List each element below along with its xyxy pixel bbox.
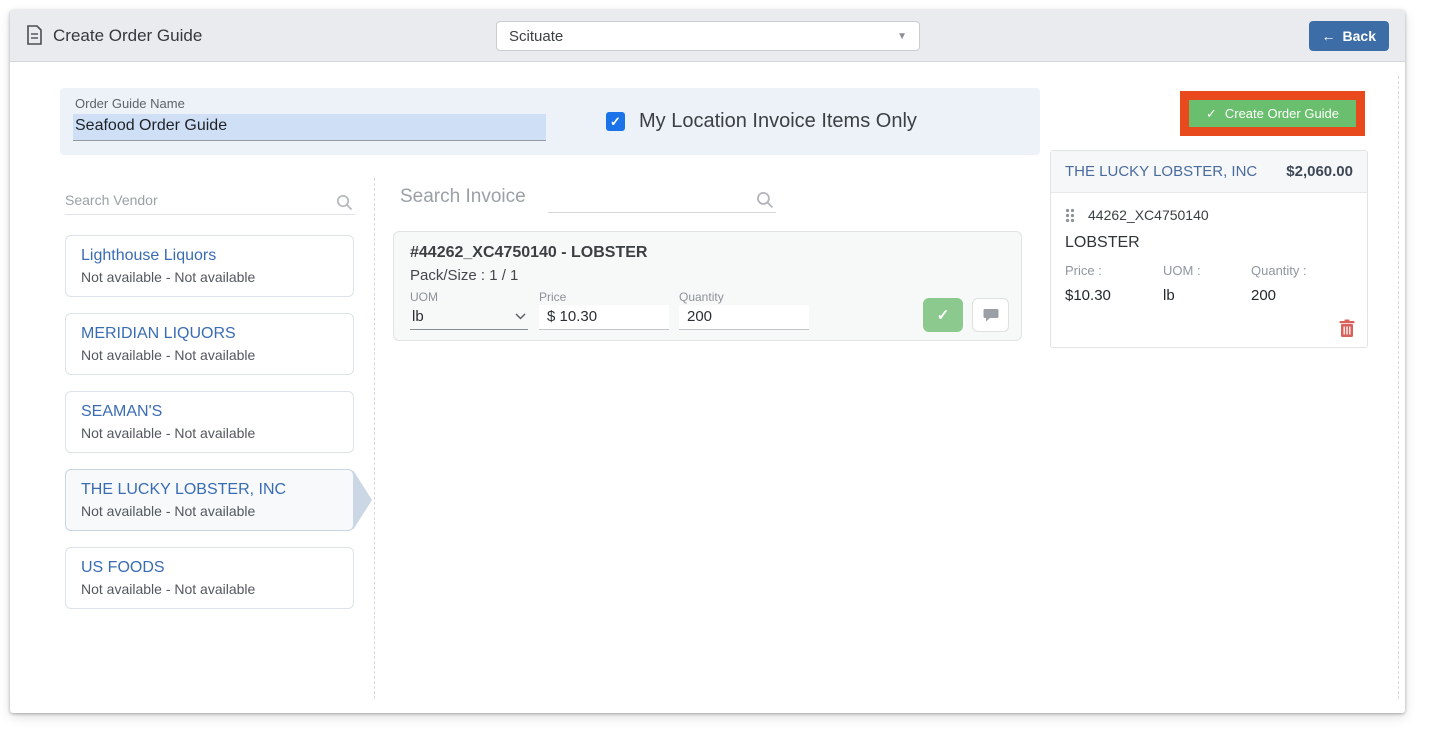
comment-bubble-icon	[983, 309, 998, 322]
quantity-label: Quantity	[679, 290, 724, 304]
price-label: Price	[539, 290, 567, 304]
order-guide-name-value: Seafood Order Guide	[75, 117, 228, 134]
document-icon	[27, 25, 42, 45]
vendor-name: THE LUCKY LOBSTER, INC	[81, 481, 287, 498]
page-background: Create Order Guide Scituate ▼ ← Back Ord…	[0, 0, 1430, 738]
vendor-card[interactable]: SEAMAN'S Not available - Not available	[65, 391, 354, 453]
comment-button[interactable]	[972, 298, 1009, 332]
create-order-guide-window: Create Order Guide Scituate ▼ ← Back Ord…	[10, 10, 1405, 713]
summary-uom-label: UOM :	[1163, 263, 1201, 278]
summary-item: 44262_XC4750140 LOBSTER Price : UOM : Qu…	[1051, 193, 1367, 347]
drag-handle-icon[interactable]	[1065, 208, 1075, 223]
topbar: Create Order Guide Scituate ▼ ← Back	[10, 10, 1405, 62]
check-icon: ✓	[1205, 105, 1217, 121]
check-icon: ✓	[936, 307, 950, 324]
vendor-invoice-divider	[374, 178, 375, 699]
chevron-down-icon	[515, 313, 526, 320]
summary-uom-value: lb	[1163, 287, 1175, 304]
create-order-guide-button-label: Create Order Guide	[1224, 106, 1340, 121]
summary-quantity-value: 200	[1251, 287, 1277, 304]
vendor-name: Lighthouse Liquors	[81, 247, 217, 264]
vendor-availability: Not available - Not available	[81, 581, 256, 597]
back-button[interactable]: ← Back	[1308, 20, 1389, 51]
price-value: $ 10.30	[547, 308, 598, 325]
summary-quantity-label: Quantity :	[1251, 263, 1307, 278]
page-title: Create Order Guide	[53, 25, 203, 45]
invoice-search-input[interactable]	[548, 190, 776, 213]
vendor-name: SEAMAN'S	[81, 403, 163, 420]
summary-item-name: LOBSTER	[1065, 234, 1140, 251]
vendor-name: MERIDIAN LIQUORS	[81, 325, 236, 342]
vendor-availability: Not available - Not available	[81, 347, 256, 363]
uom-label: UOM	[410, 290, 438, 304]
my-location-checkbox-label: My Location Invoice Items Only	[639, 110, 917, 132]
vendor-name: US FOODS	[81, 559, 165, 576]
quantity-input[interactable]: Quantity 200	[679, 290, 809, 330]
back-arrow-icon: ←	[1321, 27, 1336, 44]
invoice-item-card: #44262_XC4750140 - LOBSTER Pack/Size : 1…	[393, 231, 1022, 341]
order-guide-name-label: Order Guide Name	[75, 96, 185, 111]
location-dropdown[interactable]: Scituate ▼	[496, 21, 920, 51]
order-guide-form-panel: Order Guide Name Seafood Order Guide ✓ M…	[60, 88, 1040, 155]
vendor-availability: Not available - Not available	[81, 503, 256, 519]
summary-header: THE LUCKY LOBSTER, INC $2,060.00	[1051, 151, 1367, 193]
create-order-guide-button[interactable]: ✓ Create Order Guide	[1189, 100, 1356, 127]
vendor-summary-card: THE LUCKY LOBSTER, INC $2,060.00 44262_X…	[1050, 150, 1368, 348]
invoice-item-title: #44262_XC4750140 - LOBSTER	[410, 244, 648, 261]
invoice-item-pack-size: Pack/Size : 1 / 1	[410, 267, 519, 284]
search-icon	[757, 192, 774, 209]
summary-price-value: $10.30	[1065, 287, 1111, 304]
confirm-item-button[interactable]: ✓	[923, 298, 963, 332]
summary-price-label: Price :	[1065, 263, 1102, 278]
search-icon	[336, 194, 353, 211]
summary-total: $2,060.00	[1286, 163, 1353, 180]
trash-icon	[1339, 319, 1355, 337]
selected-vendor-arrow	[353, 470, 372, 530]
delete-item-button[interactable]	[1339, 319, 1355, 341]
vendor-card[interactable]: Lighthouse Liquors Not available - Not a…	[65, 235, 354, 297]
order-guide-name-input[interactable]: Seafood Order Guide	[73, 114, 546, 141]
title-group: Create Order Guide	[26, 25, 202, 46]
annotation-highlight-box: ✓ Create Order Guide	[1180, 91, 1365, 136]
my-location-checkbox[interactable]: ✓	[606, 112, 625, 131]
vendor-card-selected[interactable]: THE LUCKY LOBSTER, INC Not available - N…	[65, 469, 372, 531]
summary-item-code: 44262_XC4750140	[1088, 207, 1209, 223]
quantity-value: 200	[687, 308, 713, 325]
caret-down-icon: ▼	[897, 30, 907, 42]
vendor-availability: Not available - Not available	[81, 425, 256, 441]
vendor-availability: Not available - Not available	[81, 269, 256, 285]
uom-value: lb	[412, 308, 424, 325]
vendor-card[interactable]: MERIDIAN LIQUORS Not available - Not ava…	[65, 313, 354, 375]
vendor-card[interactable]: US FOODS Not available - Not available	[65, 547, 354, 609]
vendor-search-input[interactable]: Search Vendor	[65, 192, 355, 215]
price-input[interactable]: Price $ 10.30	[539, 290, 669, 330]
vendor-search-placeholder: Search Vendor	[65, 192, 158, 208]
location-dropdown-value: Scituate	[509, 27, 564, 45]
summary-vendor-name: THE LUCKY LOBSTER, INC	[1065, 163, 1258, 180]
invoice-search-label: Search Invoice	[400, 186, 526, 207]
back-button-label: Back	[1342, 27, 1376, 44]
my-location-checkbox-row[interactable]: ✓ My Location Invoice Items Only	[606, 110, 917, 133]
checkmark-icon: ✓	[610, 113, 621, 129]
uom-select[interactable]: UOM lb	[410, 290, 528, 330]
summary-right-divider	[1398, 76, 1399, 699]
